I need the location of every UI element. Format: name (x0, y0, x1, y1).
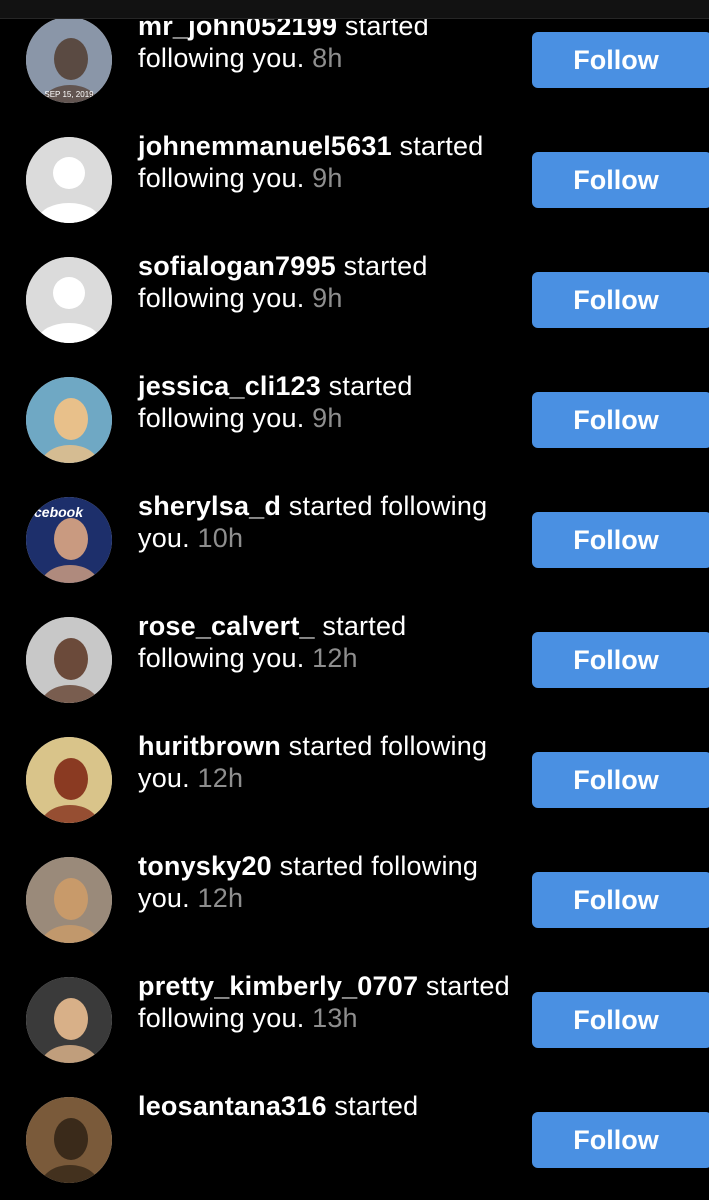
activity-text: jessica_cli123 started following you. 9h (138, 370, 513, 434)
activity-row[interactable]: tonysky20 started following you. 12h Foll… (0, 840, 709, 960)
timestamp: 12h (197, 883, 244, 913)
timestamp: 13h (312, 1003, 358, 1033)
activity-row[interactable]: huritbrown started following you. 12h Fol… (0, 720, 709, 840)
username-link[interactable]: sherylsa_d (138, 491, 281, 521)
timestamp: 12h (312, 643, 358, 673)
timestamp: 9h (312, 163, 343, 193)
avatar[interactable]: SEP 15, 2019 (26, 17, 112, 103)
activity-text: johnemmanuel5631 started following you. … (138, 130, 513, 194)
avatar-caption: SEP 15, 2019 (44, 90, 94, 99)
activity-row[interactable]: cebook sherylsa_d started following you. … (0, 480, 709, 600)
profile-photo: SEP 15, 2019 (26, 17, 112, 103)
avatar[interactable] (26, 377, 112, 463)
activity-text: huritbrown started following you. 12h (138, 730, 513, 794)
avatar[interactable] (26, 737, 112, 823)
avatar[interactable] (26, 137, 112, 223)
follow-button[interactable]: Follow (532, 872, 709, 928)
profile-photo (26, 617, 112, 703)
activity-message: started (326, 1091, 419, 1121)
default-avatar-icon (26, 257, 112, 343)
profile-photo: cebook (26, 497, 112, 583)
username-link[interactable]: johnemmanuel5631 (138, 131, 392, 161)
activity-text: sofialogan7995 started following you. 9h (138, 250, 513, 314)
username-link[interactable]: jessica_cli123 (138, 371, 321, 401)
timestamp: 8h (312, 43, 343, 73)
activity-row[interactable]: jessica_cli123 started following you. 9h… (0, 360, 709, 480)
avatar[interactable]: cebook (26, 497, 112, 583)
activity-row[interactable]: rose_calvert_ started following you. 12h… (0, 600, 709, 720)
activity-row[interactable]: pretty_kimberly_0707 started following y… (0, 960, 709, 1080)
activity-text: sherylsa_d started following you. 10h (138, 490, 513, 554)
follow-button[interactable]: Follow (532, 272, 709, 328)
activity-row[interactable]: sofialogan7995 started following you. 9h… (0, 240, 709, 360)
avatar[interactable] (26, 617, 112, 703)
profile-photo (26, 977, 112, 1063)
username-link[interactable]: huritbrown (138, 731, 281, 761)
timestamp: 9h (312, 403, 343, 433)
activity-row[interactable]: leosantana316 started Follow (0, 1080, 709, 1200)
avatar[interactable] (26, 977, 112, 1063)
activity-text: tonysky20 started following you. 12h (138, 850, 513, 914)
username-link[interactable]: pretty_kimberly_0707 (138, 971, 418, 1001)
activity-text: pretty_kimberly_0707 started following y… (138, 970, 513, 1034)
follow-button[interactable]: Follow (532, 392, 709, 448)
username-link[interactable]: leosantana316 (138, 1091, 327, 1121)
follow-button[interactable]: Follow (532, 632, 709, 688)
username-link[interactable]: sofialogan7995 (138, 251, 336, 281)
username-link[interactable]: tonysky20 (138, 851, 272, 881)
timestamp: 12h (197, 763, 244, 793)
top-bar (0, 0, 709, 19)
avatar[interactable] (26, 857, 112, 943)
profile-photo (26, 857, 112, 943)
username-link[interactable]: rose_calvert_ (138, 611, 315, 641)
follow-button[interactable]: Follow (532, 512, 709, 568)
follow-button[interactable]: Follow (532, 752, 709, 808)
profile-photo (26, 377, 112, 463)
avatar[interactable] (26, 257, 112, 343)
timestamp: 10h (197, 523, 244, 553)
activity-row[interactable]: johnemmanuel5631 started following you. … (0, 120, 709, 240)
profile-photo (26, 1097, 112, 1183)
profile-photo (26, 737, 112, 823)
follow-button[interactable]: Follow (532, 992, 709, 1048)
follow-button[interactable]: Follow (532, 152, 709, 208)
follow-button[interactable]: Follow (532, 1112, 709, 1168)
activity-feed: SEP 15, 2019 mr_john052199 started follow… (0, 0, 709, 1183)
timestamp: 9h (312, 283, 343, 313)
follow-button[interactable]: Follow (532, 32, 709, 88)
activity-text: rose_calvert_ started following you. 12h (138, 610, 513, 674)
avatar[interactable] (26, 1097, 112, 1183)
activity-text: mr_john052199 started following you. 8h (138, 10, 513, 74)
activity-text: leosantana316 started (138, 1090, 513, 1122)
avatar-caption: cebook (34, 504, 84, 520)
default-avatar-icon (26, 137, 112, 223)
